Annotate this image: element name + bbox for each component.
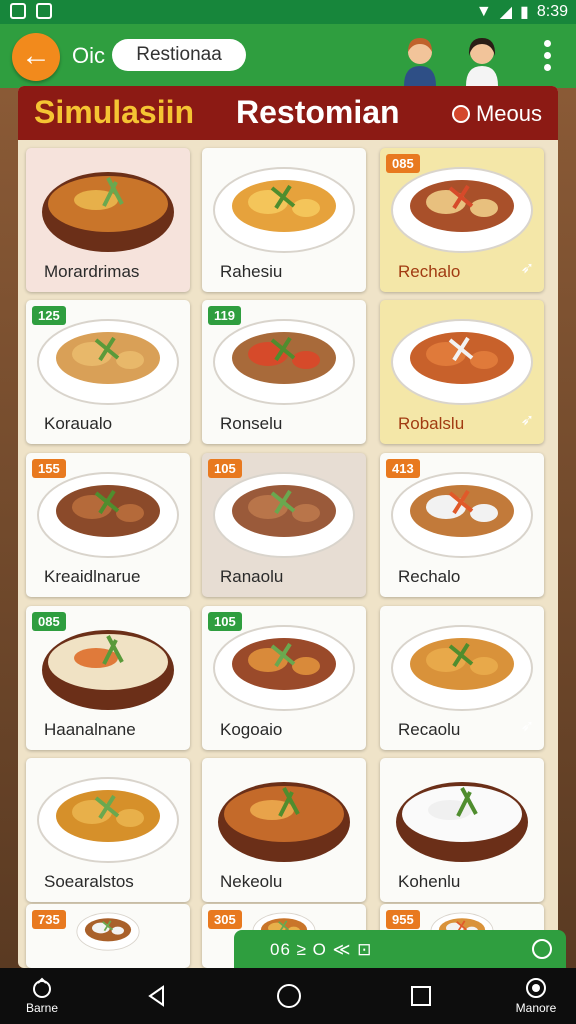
banner-title-right: Restomian	[236, 94, 400, 130]
bird-icon: ➶	[520, 412, 534, 429]
menus-button[interactable]: Meous	[451, 101, 542, 127]
bottom-bar-text: 06 ≥ O ≪ ⊡	[270, 940, 373, 959]
menu-item-name: Kreaidlnarue	[44, 567, 141, 586]
price-badge: 155	[32, 459, 66, 478]
avatar-man-icon[interactable]	[456, 30, 508, 86]
price-badge: 955	[386, 910, 420, 929]
menu-item-name: Rechalo	[398, 567, 461, 586]
menu-item-name: Kogoaio	[220, 720, 283, 739]
price-badge: 085	[32, 612, 66, 631]
menu-item-card[interactable]: Kohenlu	[380, 758, 544, 902]
photo-icon	[36, 3, 52, 19]
menu-item-card[interactable]: Morardrimas	[26, 148, 190, 292]
menu-item-card[interactable]: 155 Kreaidlnarue	[26, 453, 190, 597]
price-badge: 125	[32, 306, 66, 325]
app-bar: ← Oic Restionaa	[0, 24, 576, 88]
back-arrow-icon[interactable]: ←	[12, 33, 60, 81]
menu-item-card[interactable]: 105 Kogoaio	[202, 606, 366, 750]
menu-item-name: Nekeolu	[220, 872, 283, 891]
price-badge: 413	[386, 459, 420, 478]
menu-item-card[interactable]: 105 Ranaolu	[202, 453, 366, 597]
bottom-action-bar[interactable]: 06 ≥ O ≪ ⊡	[234, 930, 566, 970]
menu-item-card[interactable]: Nekeolu	[202, 758, 366, 902]
app-title: Oic	[72, 43, 105, 68]
nav-home-circle-button[interactable]	[272, 968, 306, 1024]
restaurant-banner: Simulasiin Restomian Meous	[18, 86, 558, 140]
menu-item-name: Ranaolu	[220, 567, 284, 586]
clock: 8:39	[536, 3, 568, 20]
triangle-back-icon	[148, 985, 164, 1007]
menu-item-card[interactable]: Robalslu ➶	[380, 300, 544, 444]
menu-item-card[interactable]: 413 Rechalo	[380, 453, 544, 597]
bird-icon: ➶	[520, 260, 534, 277]
menu-item-name: Kohenlu	[398, 872, 461, 891]
menu-item-name: Robalslu	[398, 414, 465, 433]
menu-item-name: Recaolu	[398, 720, 461, 739]
search-field[interactable]: Restionaa	[112, 39, 246, 71]
square-recents-icon	[411, 986, 431, 1006]
bird-icon: ➶	[520, 718, 534, 735]
gallery-icon	[10, 3, 26, 19]
menu-item-name: Ronselu	[220, 414, 283, 433]
price-badge: 105	[208, 612, 242, 631]
tomato-icon	[451, 105, 470, 123]
nav-back-button[interactable]	[140, 968, 174, 1024]
menu-item-card[interactable]: Soearalstos	[26, 758, 190, 902]
menu-item-name: Haanalnane	[44, 720, 136, 739]
wifi-icon: ▼	[475, 3, 492, 20]
menu-item-name: Morardrimas	[44, 262, 140, 281]
menu-item-name: Koraualo	[44, 414, 113, 433]
menu-item-name: Soearalstos	[44, 872, 134, 891]
navigation-bar: Barne Manore	[0, 968, 576, 1024]
avatar-woman-icon[interactable]	[394, 30, 446, 86]
swirl-icon	[526, 978, 546, 998]
circle-home-icon	[277, 984, 301, 1008]
price-badge: 119	[208, 306, 241, 325]
nav-more-button[interactable]: Manore	[506, 968, 566, 1024]
menu-item-name: Rechalo	[398, 262, 461, 281]
signal-icon: ◢	[499, 4, 513, 21]
nav-recents-button[interactable]	[404, 968, 438, 1024]
battery-icon: ▮	[520, 4, 529, 21]
menu-item-card[interactable]: Recaolu ➶	[380, 606, 544, 750]
home-icon	[33, 977, 51, 998]
refresh-icon[interactable]	[532, 939, 552, 959]
menu-item-card[interactable]: 735	[26, 904, 190, 968]
price-badge: 085	[386, 154, 420, 173]
menu-item-name: Rahesiu	[220, 262, 283, 281]
menu-item-card[interactable]: 125 Koraualo	[26, 300, 190, 444]
menu-item-card[interactable]: 085 Rechalo ➶	[380, 148, 544, 292]
price-badge: 305	[208, 910, 242, 929]
price-badge: 735	[32, 910, 66, 929]
overflow-menu-icon[interactable]	[544, 40, 552, 76]
nav-home-button[interactable]: Barne	[14, 968, 70, 1024]
price-badge: 105	[208, 459, 242, 478]
status-bar: ▼ ◢ ▮ 8:39	[0, 0, 576, 24]
banner-title-left: Simulasiin	[34, 94, 195, 130]
menu-item-card[interactable]: 085 Haanalnane	[26, 606, 190, 750]
menu-item-card[interactable]: 119 Ronselu	[202, 300, 366, 444]
menu-item-card[interactable]: Rahesiu	[202, 148, 366, 292]
